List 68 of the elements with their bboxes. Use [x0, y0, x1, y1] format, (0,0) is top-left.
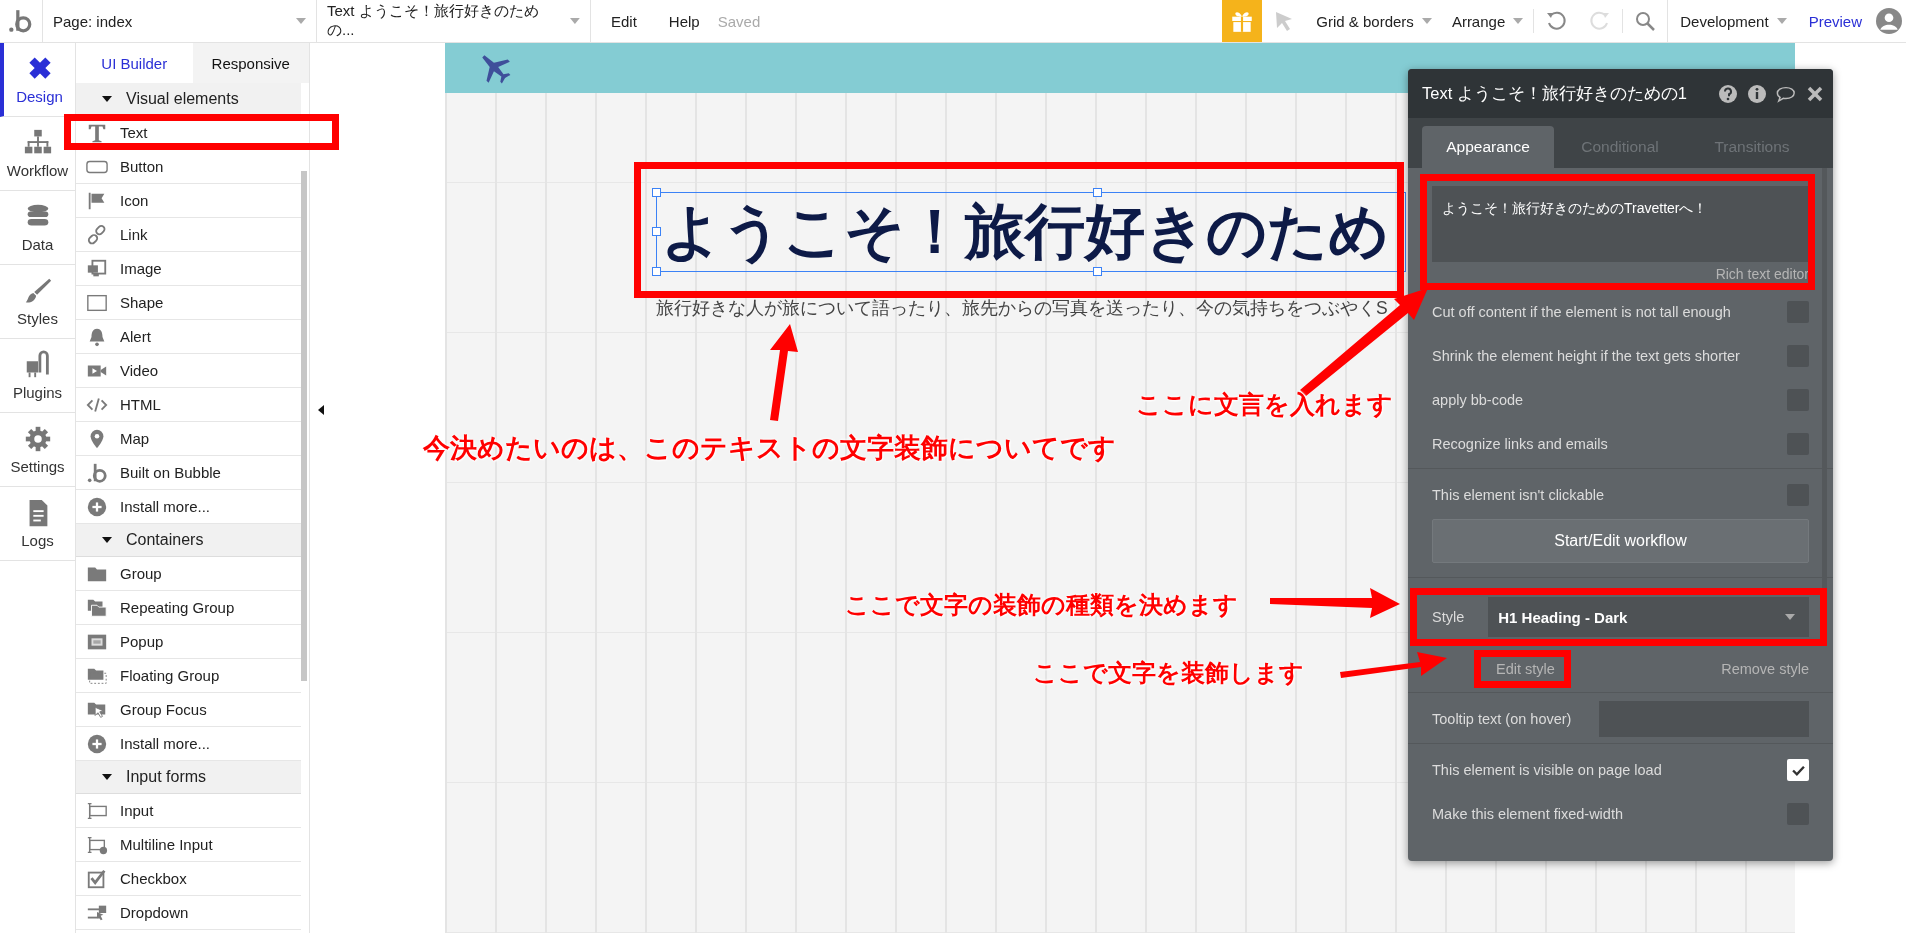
sidebar-tab[interactable]: Styles	[0, 265, 75, 339]
annotation-text: ここで文字を装飾します	[1033, 658, 1304, 688]
option-label: Shrink the element height if the text gets shorter	[1432, 348, 1740, 364]
resize-handle[interactable]	[652, 227, 661, 236]
caret-icon	[1421, 18, 1432, 24]
sidebar-tab[interactable]: Data	[0, 191, 75, 265]
caret-icon	[296, 18, 306, 24]
save-status: Saved	[717, 12, 761, 30]
gift-button[interactable]	[1222, 0, 1263, 42]
tooltip-label: Tooltip text (on hover)	[1432, 711, 1572, 727]
menu-item[interactable]: Edit	[611, 12, 637, 30]
subtitle-text: 旅行好きな人が旅について語ったり、旅先からの写真を送ったり、今の気持ちをつぶやくS	[656, 297, 1388, 320]
option-label: This element is visible on page load	[1432, 762, 1662, 778]
style-dropdown[interactable]: H1 Heading - Dark	[1488, 597, 1809, 637]
preview-link[interactable]: Preview	[1808, 12, 1862, 30]
checkbox[interactable]	[1787, 759, 1809, 781]
option-label: Cut off content if the element is not tall enough	[1432, 304, 1731, 320]
section-header[interactable]: Containers	[76, 524, 301, 557]
sidebar-tab[interactable]: Settings	[0, 413, 75, 487]
logo-icon[interactable]	[7, 8, 33, 34]
section-header[interactable]: Visual elements	[76, 83, 301, 116]
annotation-text: 今決めたいのは、このテキストの文字装飾についてです	[423, 432, 1116, 465]
scrollbar[interactable]	[1822, 168, 1827, 588]
element-dropdown[interactable]: Text ようこそ！旅行好きのための...	[316, 0, 591, 42]
logo-icon	[86, 461, 108, 484]
resize-handle[interactable]	[652, 267, 661, 276]
option-label: apply bb-code	[1432, 392, 1524, 408]
section-header[interactable]: Input forms	[76, 761, 301, 794]
caret-icon	[1785, 614, 1795, 620]
caret-icon	[1776, 18, 1787, 24]
checkbox-icon	[86, 867, 108, 890]
menu-item[interactable]: Help	[668, 12, 700, 30]
avatar-icon[interactable]	[1876, 8, 1902, 34]
grid-borders-dropdown[interactable]: Grid & borders	[1316, 12, 1432, 30]
undo-icon[interactable]	[1533, 9, 1569, 33]
panel-tab[interactable]: Appearance	[1422, 126, 1554, 168]
triangle-icon	[102, 96, 112, 102]
scrollbar[interactable]	[301, 171, 307, 681]
annotation-text: ここで文字の装飾の種類を決めます	[845, 590, 1238, 620]
triangle-icon	[102, 537, 112, 543]
collapse-icon[interactable]	[318, 405, 324, 415]
checkmark-icon	[1791, 764, 1805, 776]
option-label: Make this element fixed-width	[1432, 806, 1623, 822]
option-label: Recognize links and emails	[1432, 436, 1608, 452]
environment-dropdown[interactable]: Development	[1667, 0, 1787, 42]
text-editor-field[interactable]: ようこそ！旅行好きのためのTravetterへ！	[1432, 186, 1809, 262]
resize-handle[interactable]	[1093, 188, 1102, 197]
panel-tab[interactable]: Responsive	[192, 43, 309, 83]
caret-icon	[570, 18, 580, 24]
link-icon	[86, 223, 108, 246]
option-label: This element isn't clickable	[1432, 487, 1604, 503]
info-icon[interactable]	[1747, 83, 1767, 104]
workflow-button[interactable]: Start/Edit workflow	[1432, 519, 1809, 563]
plus-circle-icon	[86, 495, 108, 518]
sidebar-tab[interactable]: Logs	[0, 487, 75, 561]
style-label: Style	[1432, 609, 1465, 625]
arrange-dropdown[interactable]: Arrange	[1451, 12, 1524, 30]
sidebar-tab[interactable]: Workflow	[0, 117, 75, 191]
help-icon[interactable]	[1718, 83, 1738, 104]
page-dropdown[interactable]: Page: index	[42, 0, 316, 42]
triangle-icon	[102, 774, 112, 780]
resize-handle[interactable]	[1093, 267, 1102, 276]
sidebar-tab[interactable]: Plugins	[0, 339, 75, 413]
plus-circle-icon	[86, 732, 108, 755]
panel-title: Text ようこそ！旅行好きのための1	[1422, 82, 1689, 104]
resize-handle[interactable]	[652, 188, 661, 197]
annotation-text: ここに文言を入れます	[1136, 389, 1393, 420]
caret-icon	[1513, 18, 1524, 24]
